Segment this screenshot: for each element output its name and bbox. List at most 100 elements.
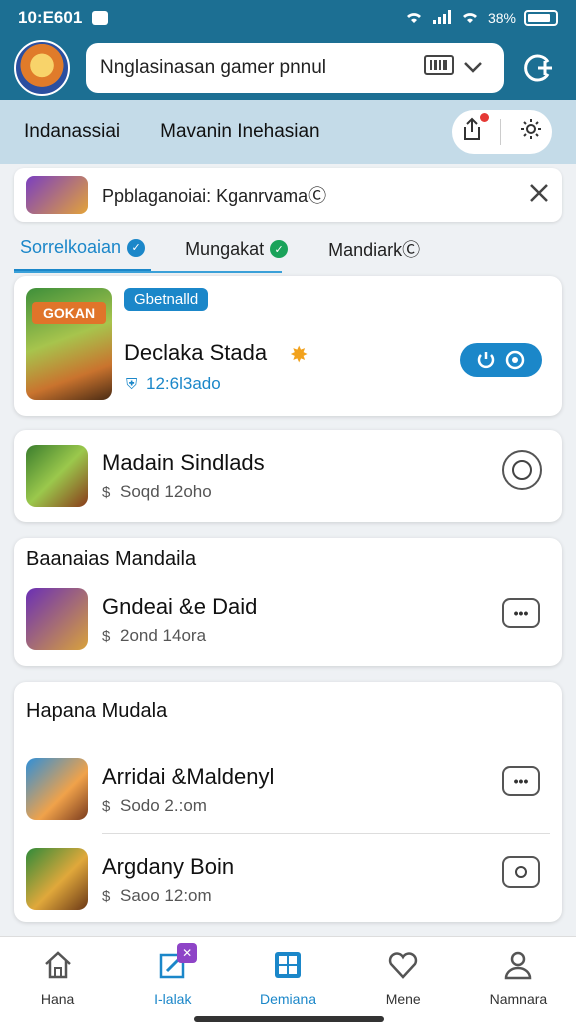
tab-label: Mungakat (185, 238, 265, 259)
add-circle-icon (524, 54, 552, 82)
app-card[interactable]: Madain Sindlads $ Soqd 12oho (14, 430, 562, 522)
nav-label: Demiana (259, 991, 317, 1007)
nav-edit[interactable]: ✕ I-lalak (115, 937, 230, 1024)
settings-button[interactable] (519, 117, 543, 147)
app-icon-text: GOKAN (32, 302, 106, 324)
app-meta: Soqd 12oho (120, 482, 212, 501)
sub-navigation: Indanassiai Mavanin Inehasian (0, 100, 576, 164)
search-bar[interactable] (86, 43, 504, 93)
app-icon (26, 588, 88, 650)
currency-icon: $ (102, 798, 111, 815)
divider (500, 119, 502, 145)
home-indicator[interactable] (194, 1016, 384, 1022)
list-item[interactable]: Arridai &Maldenyl $ Sodo 2.:om ••• (14, 752, 562, 832)
currency-icon: $ (102, 628, 111, 645)
status-time: 10:E601 (18, 8, 83, 27)
share-button[interactable] (461, 113, 489, 147)
promo-thumbnail (26, 176, 88, 214)
app-meta: Sodo 2.:om (120, 796, 207, 815)
record-button[interactable] (502, 856, 540, 888)
notification-dot (479, 113, 489, 122)
barcode-icon[interactable] (422, 55, 456, 81)
home-icon (42, 949, 74, 985)
user-icon (502, 949, 534, 985)
section-card: Baanaias Mandaila Gndeai &e Daid $ 2ond … (14, 538, 562, 666)
verified-icon: ✓ (127, 238, 146, 257)
list-item[interactable]: Argdany Boin $ Saoo 12:om (14, 842, 562, 918)
tab-sorrelkoaian[interactable]: Sorrelkoaian ✓ (14, 226, 152, 272)
app-name: Arridai &Maldenyl (102, 764, 275, 789)
battery-icon (524, 10, 558, 26)
app-icon (26, 758, 88, 820)
play-button[interactable] (460, 343, 542, 377)
shield-icon: ⛨ (126, 376, 138, 393)
promo-text: Ppblaganoiai: KganrvamaⒸ (102, 186, 327, 206)
nav-label: Namnara (489, 991, 548, 1007)
share-icon (463, 117, 480, 140)
tab-underline (14, 271, 282, 273)
tab-label: MandiarkⒸ (328, 240, 421, 260)
tab-bar: Sorrelkoaian ✓ Mungakat ✓ MandiarkⒸ (14, 226, 562, 272)
chevron-down-icon[interactable] (456, 57, 490, 80)
app-header (0, 36, 576, 100)
nav-label: Hana (40, 991, 75, 1007)
list-item[interactable]: Gndeai &e Daid $ 2ond 14ora ••• (14, 584, 562, 664)
toolbar-pill (452, 110, 552, 154)
nav-profile[interactable]: Namnara (461, 937, 576, 1024)
signal-icon (432, 9, 452, 28)
wifi-icon (460, 9, 480, 28)
nav-dashboard[interactable]: Demiana (230, 937, 345, 1024)
wifi-icon (404, 9, 424, 28)
record-icon (515, 866, 527, 878)
app-name: Gndeai &e Daid (102, 594, 258, 619)
power-icon (477, 352, 495, 369)
app-icon (26, 445, 88, 507)
promo-banner[interactable]: Ppblaganoiai: KganrvamaⒸ (14, 168, 562, 222)
close-icon (530, 183, 548, 202)
nav-home[interactable]: Hana (0, 937, 115, 1024)
featured-app-card[interactable]: GOKAN Gbetnalld Declaka Stada ✸ ⛨ 12:6l3… (14, 276, 562, 416)
app-name: Madain Sindlads (102, 450, 265, 475)
add-button[interactable] (518, 48, 558, 88)
divider (102, 833, 550, 834)
refresh-icon (505, 350, 525, 370)
battery-percent: 38% (487, 10, 516, 26)
record-button[interactable] (502, 450, 542, 490)
gear-icon (521, 119, 542, 139)
app-meta: 2ond 14ora (120, 626, 207, 645)
app-icon (26, 848, 88, 910)
section-title: Baanaias Mandaila (26, 548, 197, 570)
nav-label: Mene (385, 991, 421, 1007)
nav-label: I-lalak (154, 991, 192, 1007)
app-meta: 12:6l3ado (146, 374, 221, 393)
section-card: Hapana Mudala Arridai &Maldenyl $ Sodo 2… (14, 682, 562, 922)
subnav-link[interactable]: Mavanin Inehasian (160, 121, 320, 143)
subnav-link[interactable]: Indanassiai (24, 121, 120, 143)
close-button[interactable] (528, 180, 550, 211)
search-input[interactable] (100, 57, 422, 79)
tab-mungakat[interactable]: Mungakat ✓ (179, 226, 294, 272)
grid-icon (272, 949, 304, 985)
app-logo[interactable] (14, 40, 70, 96)
tab-label: Sorrelkoaian (20, 237, 122, 257)
check-icon: ✓ (270, 240, 289, 258)
status-bar: 10:E601 38% (0, 0, 576, 36)
nav-favorites[interactable]: Mene (346, 937, 461, 1024)
more-options-button[interactable]: ••• (502, 766, 540, 796)
app-meta: Saoo 12:om (120, 886, 212, 905)
bottom-navigation: Hana ✕ I-lalak Demiana Mene Namnara (0, 936, 576, 1024)
tab-mandiark[interactable]: MandiarkⒸ (322, 226, 426, 272)
notification-icon (92, 11, 109, 25)
app-icon: GOKAN (26, 288, 112, 400)
more-options-button[interactable]: ••• (502, 598, 540, 628)
badge-icon: ✕ (177, 943, 198, 963)
star-icon: ✸ (290, 342, 309, 367)
status-indicators: 38% (404, 9, 558, 28)
app-name: Declaka Stada (124, 340, 268, 365)
currency-icon: $ (102, 484, 111, 501)
heart-icon (387, 949, 419, 985)
featured-tag: Gbetnalld (124, 288, 209, 311)
section-title: Hapana Mudala (26, 700, 168, 722)
currency-icon: $ (102, 888, 111, 905)
app-name: Argdany Boin (102, 854, 235, 879)
